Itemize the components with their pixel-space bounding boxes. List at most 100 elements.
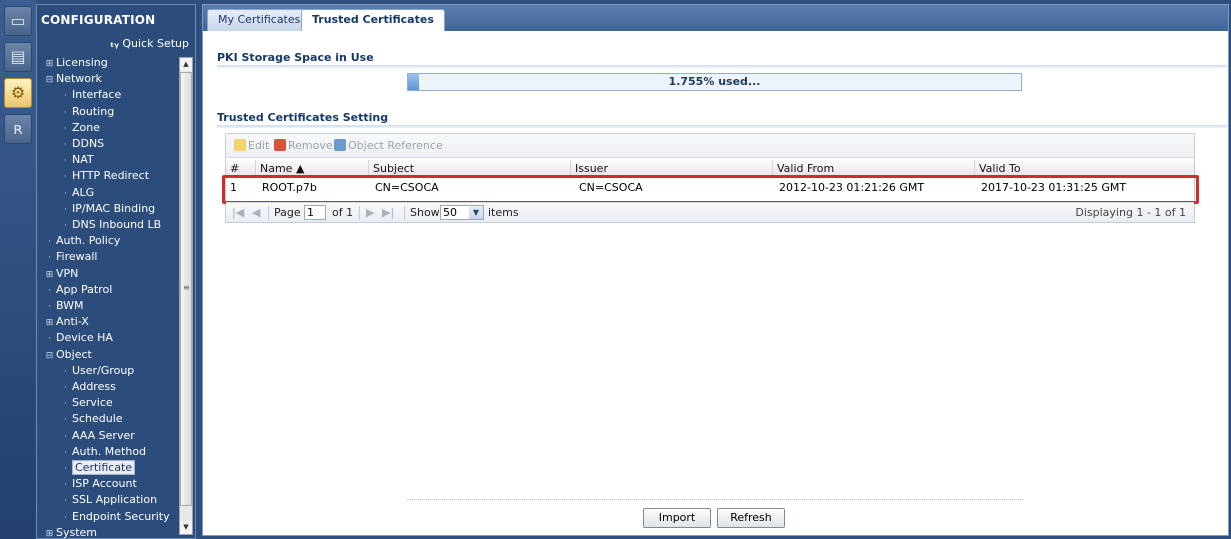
- page-size-select[interactable]: 50 ▼: [440, 205, 484, 220]
- sidebar-item-label: Object: [56, 347, 92, 361]
- last-page-icon[interactable]: ▶|: [382, 205, 394, 221]
- expand-icon[interactable]: ⊞: [43, 268, 56, 283]
- first-page-icon[interactable]: |◀: [232, 205, 244, 221]
- expand-icon[interactable]: ⊞: [43, 316, 56, 331]
- sidebar-item-licensing[interactable]: ⊞ Licensing: [43, 55, 108, 70]
- refresh-button[interactable]: Refresh: [717, 508, 785, 528]
- sidebar-item-label: ISP Account: [72, 477, 137, 491]
- bullet-icon: ·: [48, 334, 51, 345]
- object-reference-label: Object Reference: [348, 139, 443, 152]
- sidebar-item-label: Zone: [72, 120, 101, 134]
- grid-pager: |◀ ◀ Page 1 of 1 ▶ ▶| Show 50 ▼ items Di…: [226, 202, 1194, 222]
- sidebar-item-label: AAA Server: [72, 428, 135, 442]
- displaying-count: Displaying 1 - 1 of 1: [1075, 206, 1186, 219]
- quick-setup-link[interactable]: ₜᵧ Quick Setup: [110, 37, 189, 50]
- sidebar-item-interface[interactable]: · Interface: [59, 87, 121, 102]
- sidebar-item-bwm[interactable]: · BWM: [43, 298, 84, 313]
- sidebar-item-label: App Patrol: [56, 282, 113, 296]
- bullet-icon: ·: [64, 480, 67, 491]
- tab-my-certificates[interactable]: My Certificates: [207, 9, 312, 31]
- sidebar-item-label: Network: [56, 72, 102, 86]
- navigation-tree: ⊞ Licensing ⊟ Network · Interface · Routing · Zon…: [37, 55, 181, 539]
- scroll-up-icon[interactable]: ▲: [180, 58, 192, 71]
- scroll-down-icon[interactable]: ▼: [180, 521, 192, 534]
- sidebar-item-object[interactable]: ⊟ Object: [43, 347, 92, 362]
- bullet-icon: ·: [64, 91, 67, 102]
- sidebar-item-schedule[interactable]: · Schedule: [59, 411, 123, 426]
- sidebar-item-address[interactable]: · Address: [59, 379, 116, 394]
- dashboard-icon[interactable]: ▭: [4, 6, 32, 36]
- sidebar-item-label: Certificate: [72, 460, 136, 475]
- sidebar-item-isp-account[interactable]: · ISP Account: [59, 476, 137, 491]
- import-button[interactable]: Import: [643, 508, 711, 528]
- sidebar-item-auth-method[interactable]: · Auth. Method: [59, 444, 146, 459]
- sidebar-scrollbar[interactable]: ▲ ≡ ▼: [179, 57, 193, 535]
- sidebar-item-ssl-application[interactable]: · SSL Application: [59, 492, 157, 507]
- page-number-input[interactable]: 1: [304, 205, 326, 220]
- sidebar-item-zone[interactable]: · Zone: [59, 120, 100, 135]
- bullet-icon: ·: [64, 140, 67, 150]
- sidebar-item-device-ha[interactable]: · Device HA: [43, 330, 113, 345]
- sidebar-item-ddns[interactable]: · DDNS: [59, 136, 104, 151]
- certificates-grid: Edit Remove Object Reference # Name ▲ Su…: [222, 133, 1199, 223]
- configuration-gear-icon[interactable]: ⚙: [4, 78, 32, 108]
- sidebar-item-label: HTTP Redirect: [72, 169, 150, 183]
- sidebar-item-label: ALG: [72, 185, 95, 199]
- object-reference-button[interactable]: Object Reference: [334, 139, 443, 152]
- pager-separator: [359, 206, 360, 220]
- sidebar-item-aaa-server[interactable]: · AAA Server: [59, 428, 135, 443]
- items-label: items: [488, 206, 519, 219]
- sidebar-item-routing[interactable]: · Routing: [59, 104, 114, 119]
- scrollbar-thumb[interactable]: ≡: [180, 72, 192, 506]
- bullet-icon: ·: [48, 253, 51, 264]
- bullet-icon: ·: [48, 302, 51, 312]
- sidebar-item-label: Auth. Method: [72, 444, 147, 458]
- sidebar-item-nat[interactable]: · NAT: [59, 152, 94, 167]
- sidebar-item-certificate[interactable]: · Certificate: [59, 460, 136, 475]
- sidebar-item-http-redirect[interactable]: · HTTP Redirect: [59, 168, 149, 183]
- pager-separator: [404, 206, 405, 220]
- maintenance-icon[interactable]: ʀ: [4, 114, 32, 144]
- bullet-icon: ·: [64, 464, 67, 474]
- tab-trusted-certificates[interactable]: Trusted Certificates: [301, 9, 445, 31]
- icon-rail: ▭ ▤ ⚙ ʀ: [0, 0, 36, 539]
- bullet-icon: ·: [64, 496, 67, 507]
- sidebar-item-network[interactable]: ⊟ Network: [43, 71, 102, 86]
- edit-label: Edit: [248, 139, 270, 152]
- sidebar-item-ip-mac-binding[interactable]: · IP/MAC Binding: [59, 201, 155, 216]
- sidebar-item-user-group[interactable]: · User/Group: [59, 363, 134, 378]
- sidebar-item-dns-inbound-lb[interactable]: · DNS Inbound LB: [59, 217, 161, 232]
- expand-icon[interactable]: ⊞: [43, 527, 56, 539]
- show-label: Show: [410, 206, 440, 219]
- collapse-icon[interactable]: ⊟: [43, 73, 56, 88]
- sidebar-item-firewall[interactable]: · Firewall: [43, 249, 97, 264]
- sidebar-item-label: DNS Inbound LB: [72, 218, 162, 231]
- storage-usage-bar: 1.755% used...: [407, 73, 1022, 91]
- sidebar-item-label: Device HA: [56, 331, 113, 345]
- sidebar-item-service[interactable]: · Service: [59, 395, 113, 410]
- previous-page-icon[interactable]: ◀: [252, 205, 260, 221]
- remove-button[interactable]: Remove: [274, 139, 333, 152]
- bullet-icon: ·: [64, 204, 67, 215]
- sidebar-item-system[interactable]: ⊞ System: [43, 525, 97, 539]
- next-page-icon[interactable]: ▶: [366, 205, 374, 221]
- monitor-icon[interactable]: ▤: [4, 42, 32, 72]
- bullet-icon: ·: [64, 172, 67, 183]
- sidebar-item-label: BWM: [56, 299, 84, 312]
- page-label: Page: [274, 206, 301, 219]
- storage-section-title: PKI Storage Space in Use: [217, 51, 374, 64]
- sidebar-item-anti-x[interactable]: ⊞ Anti-X: [43, 314, 89, 329]
- bullet-icon: ·: [64, 107, 67, 118]
- edit-button[interactable]: Edit: [234, 139, 269, 152]
- sidebar-item-app-patrol[interactable]: · App Patrol: [43, 282, 112, 297]
- collapse-icon[interactable]: ⊟: [43, 349, 56, 364]
- sidebar-item-alg[interactable]: · ALG: [59, 185, 94, 200]
- sidebar-item-label: Auth. Policy: [56, 234, 121, 248]
- sidebar-item-endpoint-security[interactable]: · Endpoint Security: [59, 509, 170, 524]
- sidebar-item-auth-policy[interactable]: · Auth. Policy: [43, 233, 120, 248]
- sidebar-item-vpn[interactable]: ⊞ VPN: [43, 266, 79, 283]
- expand-icon[interactable]: ⊞: [43, 57, 56, 72]
- bullet-icon: ·: [48, 237, 51, 248]
- sidebar-item-label: Schedule: [72, 412, 123, 426]
- storage-usage-text: 1.755% used...: [668, 75, 761, 88]
